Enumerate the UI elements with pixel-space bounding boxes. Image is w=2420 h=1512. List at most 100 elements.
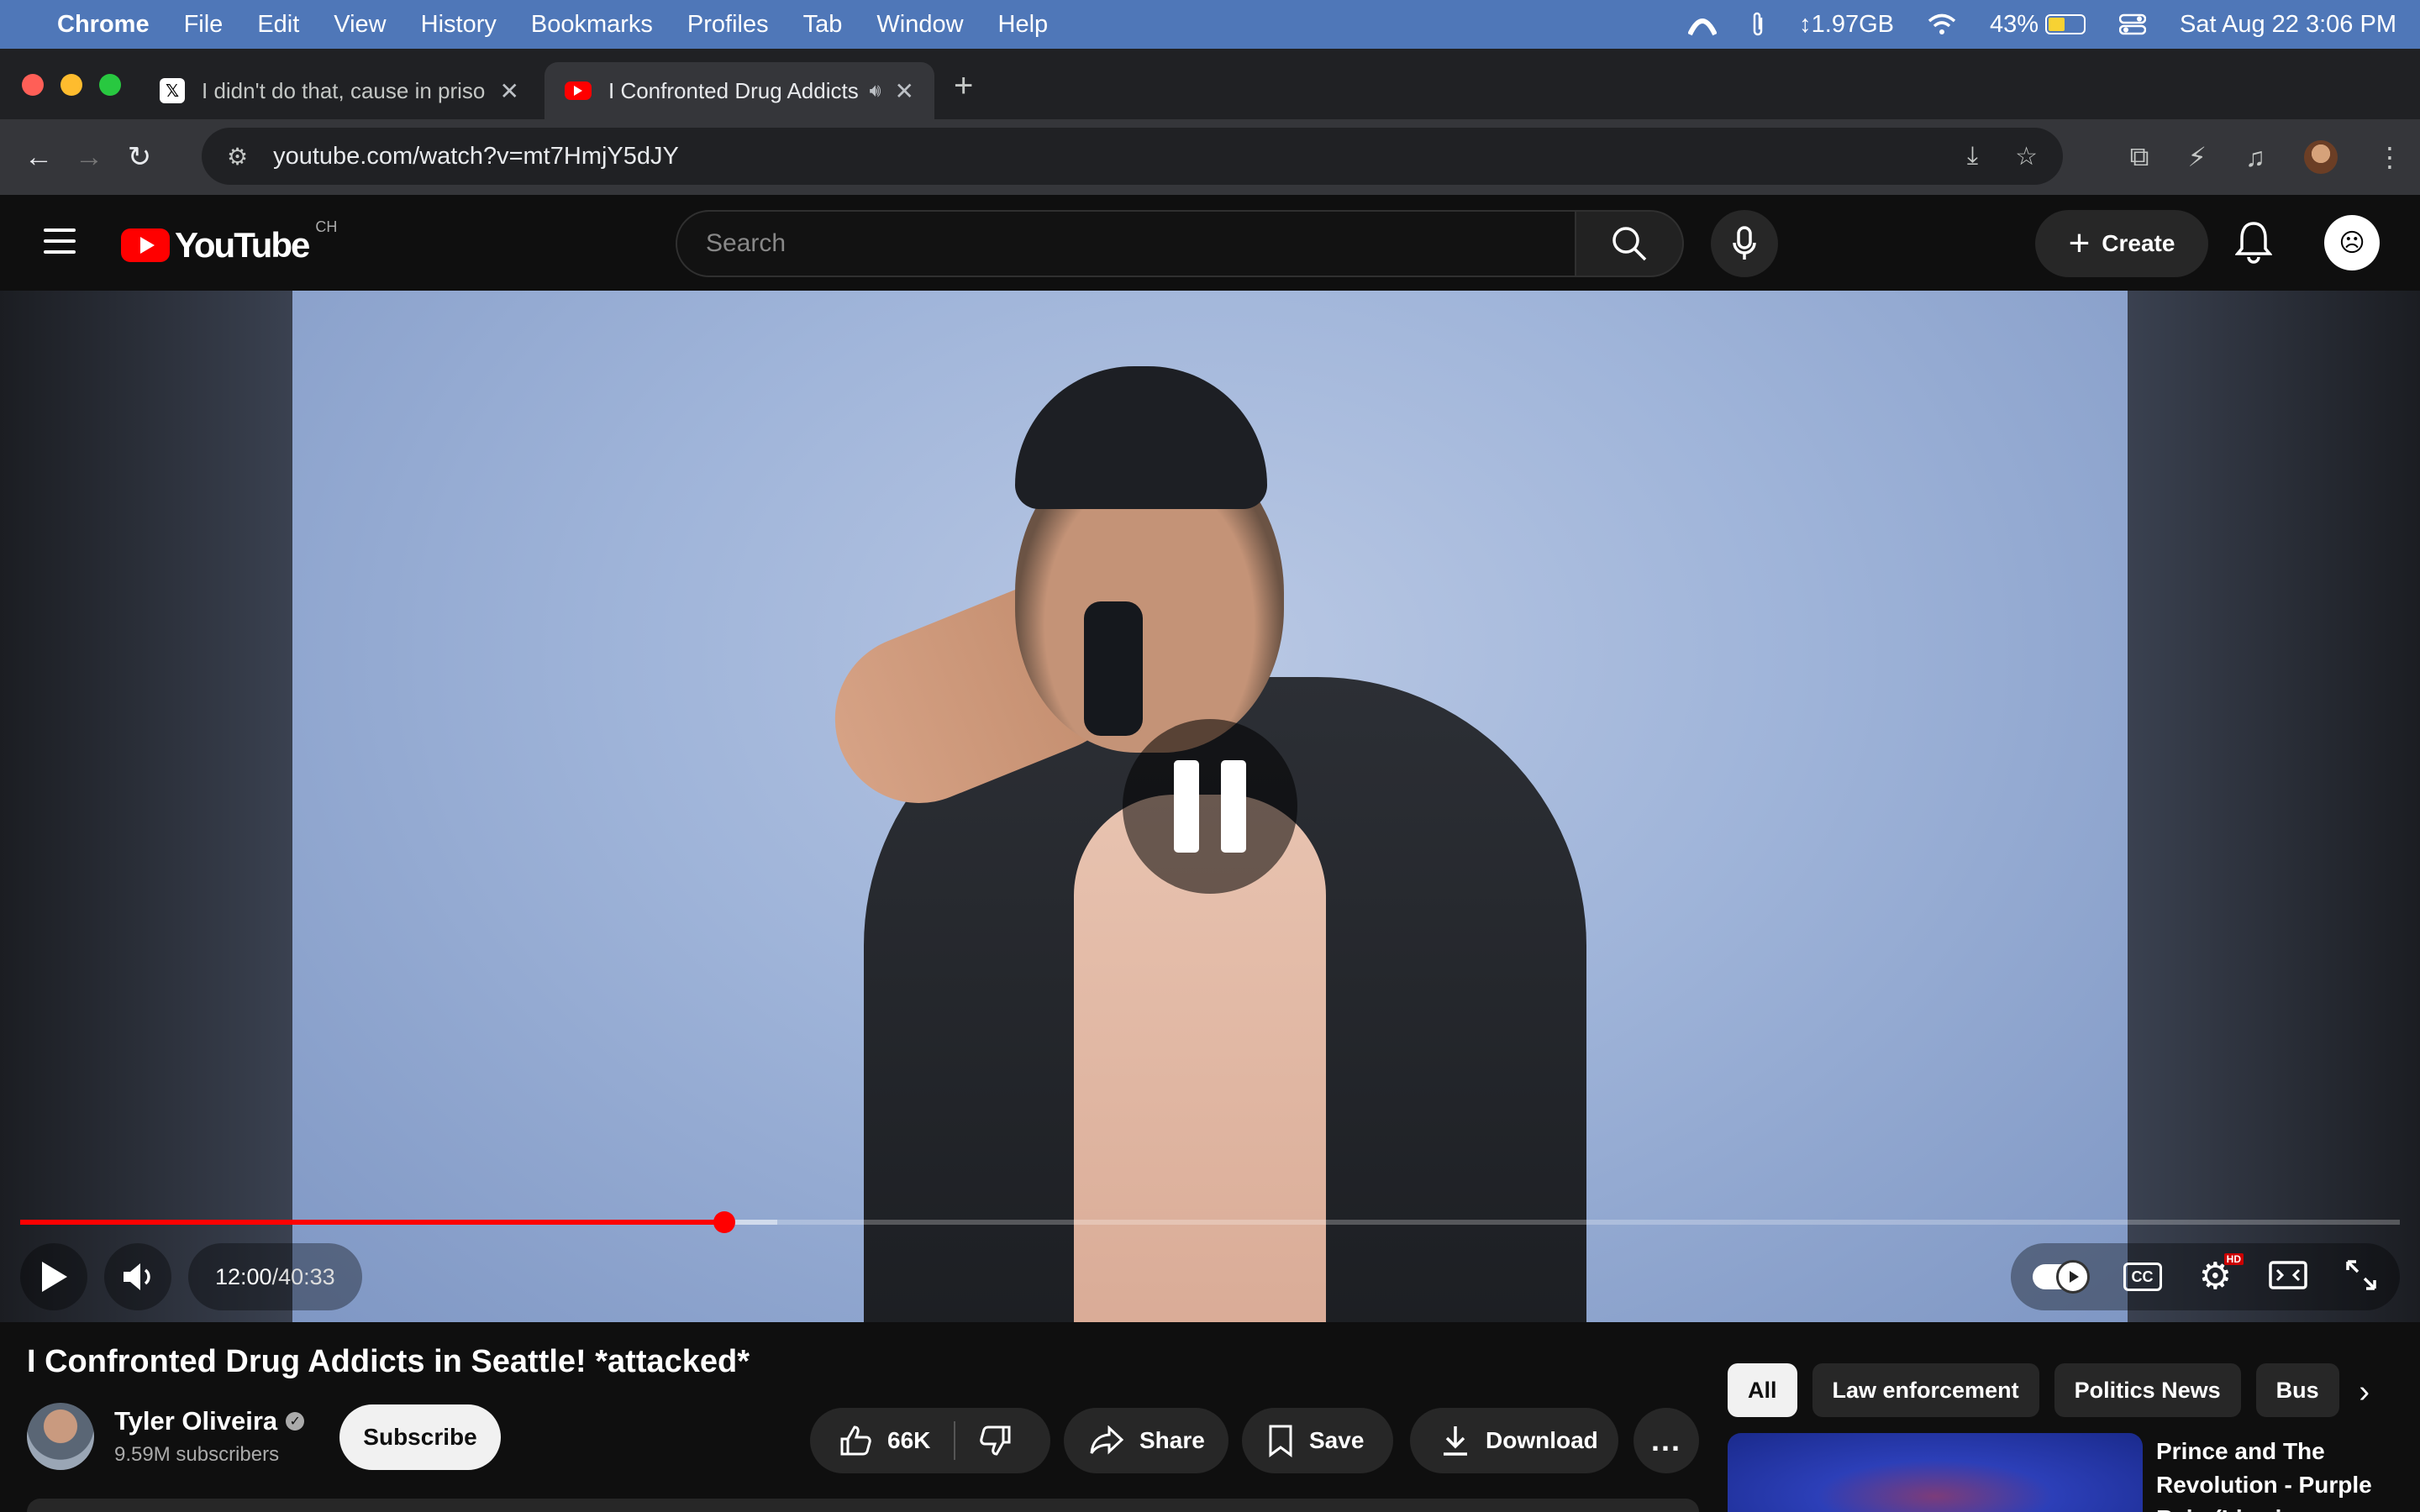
battery-status[interactable]: 43% [1990,11,2086,39]
play-icon [42,1262,67,1292]
like-dislike-group: 66K [810,1408,1050,1473]
youtube-favicon-icon [565,81,592,100]
chip-business[interactable]: Bus [2255,1363,2339,1417]
dislike-button[interactable] [979,1424,1013,1457]
tab-audio-icon[interactable]: 🔊︎ [870,80,881,102]
time-separator: / [271,1263,279,1289]
settings-gear-icon[interactable]: ⚙ HD [2199,1253,2244,1295]
chip-law-enforcement[interactable]: Law enforcement [1812,1363,2039,1417]
profile-avatar[interactable] [2304,140,2338,174]
menu-window[interactable]: Window [876,11,963,39]
duration: 40:33 [278,1263,335,1289]
window-close-button[interactable] [22,74,44,96]
region-code: CH [315,218,338,235]
video-frame [292,291,2128,1322]
window-minimize-button[interactable] [60,74,82,96]
progress-bar[interactable] [20,1211,2400,1233]
chip-politics-news[interactable]: Politics News [2054,1363,2241,1417]
thumbs-up-icon [840,1425,871,1456]
theater-mode-icon[interactable] [2269,1260,2307,1294]
more-actions-button[interactable]: ... [1634,1408,1699,1473]
tab-x-post[interactable]: 𝕏 I didn't do that, cause in prison ✕ [139,62,539,119]
back-button[interactable]: ← [13,141,64,174]
fullscreen-icon[interactable] [2344,1258,2378,1296]
install-app-icon[interactable]: ⤓ [1967,142,1978,171]
menu-bookmarks[interactable]: Bookmarks [531,11,653,39]
channel-name: Tyler Oliveira [114,1406,278,1436]
mute-button[interactable] [104,1243,171,1310]
chip-all[interactable]: All [1728,1363,1797,1417]
account-avatar[interactable]: ☹ [2324,215,2380,270]
download-button[interactable]: Download [1410,1408,1618,1473]
menu-profiles[interactable]: Profiles [687,11,769,39]
save-button[interactable]: Save [1242,1408,1393,1473]
site-info-icon[interactable]: ⚙ [227,143,248,171]
search-input[interactable]: Search [676,210,1576,277]
recommendation-thumbnail[interactable] [1728,1433,2143,1512]
bookmark-icon [1267,1424,1294,1457]
battery-fill [2049,18,2065,31]
tab-close-icon[interactable]: ✕ [500,77,519,105]
address-bar[interactable]: ⚙ youtube.com/watch?v=mt7HmjY5dJY ⤓ ☆ [202,128,2063,185]
tab-close-icon[interactable]: ✕ [895,77,914,105]
omnibox-actions: ⤓ ☆ [1967,142,2038,171]
volume-icon [124,1263,150,1290]
new-tab-button[interactable]: + [954,67,973,105]
video-figure-object [1084,601,1143,736]
play-button[interactable] [20,1243,87,1310]
menu-edit[interactable]: Edit [257,11,299,39]
menu-clock[interactable]: Sat Aug 22 3:06 PM [2180,11,2396,39]
paperclip-icon[interactable] [1750,11,1765,38]
like-divider [954,1421,956,1460]
subtitles-cc-icon[interactable]: CC [2123,1263,2162,1291]
wifi-icon[interactable] [1928,13,1956,35]
like-count[interactable]: 66K [887,1427,930,1454]
pause-overlay-icon[interactable] [1123,719,1297,894]
search-button[interactable] [1576,210,1684,277]
description-panel-edge [27,1499,1699,1512]
player-controls-right: CC ⚙ HD [2010,1243,2400,1310]
related-filter-chips: All Law enforcement Politics News Bus [1728,1362,2420,1418]
notifications-bell-icon[interactable] [2234,220,2273,268]
tab-youtube-video[interactable]: I Confronted Drug Addicts 🔊︎ ✕ [544,62,934,119]
control-center-icon[interactable] [2119,13,2147,35]
youtube-play-logo-icon [121,228,170,262]
verified-badge-icon: ✓ [286,1412,305,1431]
autoplay-toggle[interactable] [2032,1260,2090,1294]
current-time: 12:00 [215,1263,272,1289]
voice-search-button[interactable] [1711,210,1778,277]
window-zoom-button[interactable] [99,74,121,96]
menu-view[interactable]: View [334,11,386,39]
bookmark-star-icon[interactable]: ☆ [2015,142,2038,171]
recommendation-title[interactable]: Prince and The Revolution - Purple Rain … [2156,1435,2400,1512]
video-player[interactable]: 12:00 / 40:33 CC ⚙ HD [0,291,2420,1322]
arc-app-icon[interactable] [1688,13,1718,36]
video-figure-cap [1015,366,1267,509]
channel-name-link[interactable]: Tyler Oliveira ✓ [114,1406,305,1436]
reload-button[interactable]: ↻ [114,140,165,174]
memory-indicator[interactable]: ↕1.97GB [1799,11,1894,39]
menu-history[interactable]: History [421,11,497,39]
forward-button[interactable]: → [64,141,114,174]
chrome-menu-icon[interactable]: ⋮ [2376,141,2403,173]
menu-tab[interactable]: Tab [803,11,843,39]
chevron-right-icon[interactable]: › [2359,1374,2370,1410]
thumbs-down-icon [980,1425,1011,1456]
extensions-puzzle-icon[interactable]: ⧉ [2130,141,2149,173]
menu-file[interactable]: File [184,11,224,39]
autoplay-icon [2055,1260,2090,1294]
performance-icon[interactable]: ⚡︎ [2188,141,2207,173]
create-button[interactable]: + Create [2035,210,2208,277]
subscribe-button[interactable]: Subscribe [339,1404,501,1470]
menu-chrome[interactable]: Chrome [57,11,150,39]
time-display: 12:00 / 40:33 [188,1243,362,1310]
subscriber-count: 9.59M subscribers [114,1443,280,1466]
share-button[interactable]: Share [1064,1408,1228,1473]
media-controls-icon[interactable]: ♫ [2245,142,2265,173]
guide-menu-icon[interactable] [44,228,76,261]
channel-avatar[interactable] [27,1403,94,1470]
tab-strip: 𝕏 I didn't do that, cause in prison ✕ I … [0,49,2420,119]
menu-help[interactable]: Help [998,11,1049,39]
like-button[interactable] [839,1424,872,1457]
youtube-logo[interactable]: YouTube CH [121,218,337,265]
